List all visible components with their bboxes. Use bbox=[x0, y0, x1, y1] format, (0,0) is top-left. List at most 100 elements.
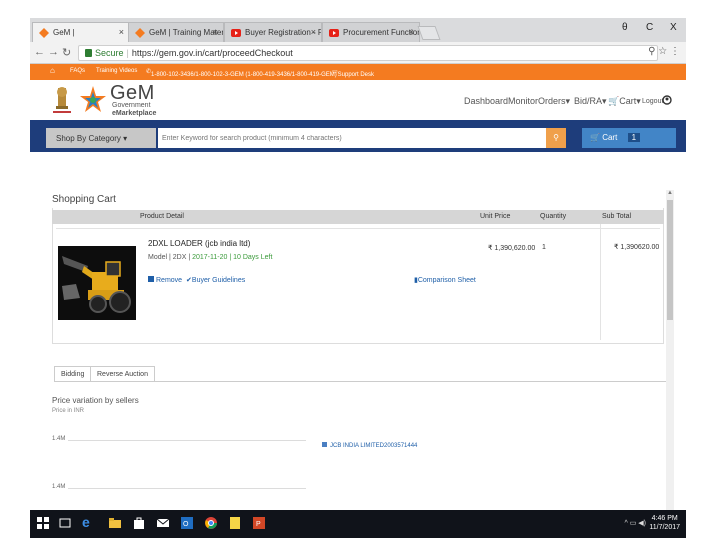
search-button[interactable]: ⚲ bbox=[546, 128, 566, 148]
outlook-icon[interactable]: O bbox=[180, 516, 194, 530]
main-content: ▲ Shopping Cart Product Detail Unit Pric… bbox=[30, 152, 686, 510]
file-explorer-icon[interactable] bbox=[108, 516, 122, 530]
youtube-icon bbox=[231, 29, 241, 37]
chrome-icon[interactable] bbox=[204, 516, 218, 530]
nav-bid-ra[interactable]: Bid/RA▾ bbox=[574, 96, 607, 107]
nav-cart[interactable]: 🛒Cart▾ bbox=[608, 96, 641, 107]
faqs-link[interactable]: FAQs bbox=[70, 68, 85, 74]
powerpoint-icon[interactable]: P bbox=[252, 516, 266, 530]
close-icon[interactable]: × bbox=[213, 27, 218, 37]
backhoe-loader-image bbox=[58, 246, 136, 320]
model-prefix: Model | 2DX | bbox=[148, 254, 193, 261]
store-icon[interactable] bbox=[132, 516, 146, 530]
support-desk-link[interactable]: ▭ Support Desk bbox=[332, 68, 374, 78]
home-icon[interactable]: ⌂ bbox=[50, 66, 55, 75]
nav-orders[interactable]: Orders▾ bbox=[538, 96, 570, 107]
cart-label: Cart bbox=[602, 133, 618, 142]
helpline-number: 1-800-102-3436/1-800-102-3-GEM (1-800-41… bbox=[151, 72, 337, 78]
cart-button[interactable]: 🛒 Cart 1 bbox=[582, 128, 676, 148]
task-view-icon[interactable] bbox=[58, 516, 72, 530]
screen: GeM | × GeM | Training Material × Buyer … bbox=[30, 18, 686, 538]
product-name[interactable]: 2DXL LOADER (jcb india ltd) bbox=[148, 239, 250, 248]
comparison-sheet-link[interactable]: Comparison Sheet bbox=[418, 277, 476, 284]
scroll-up-icon[interactable]: ▲ bbox=[667, 190, 673, 196]
tab-buyer-registration[interactable]: Buyer Registration - F × bbox=[224, 22, 322, 42]
tab-bidding[interactable]: Bidding bbox=[54, 366, 92, 382]
grid-line bbox=[68, 440, 306, 441]
product-model: Model | 2DX | 2017-11-20 | 10 Days Left bbox=[148, 254, 272, 261]
back-arrow-icon[interactable]: ← bbox=[34, 46, 45, 58]
page-scrollbar[interactable]: ▲ bbox=[666, 190, 674, 510]
chart-legend: JCB INDIA LIMITED2003571444 bbox=[322, 442, 417, 449]
support-desk-label: Support Desk bbox=[337, 72, 375, 78]
tab-procurement-function[interactable]: Procurement Function - × bbox=[322, 22, 420, 42]
sticky-notes-icon[interactable] bbox=[228, 516, 242, 530]
mail-icon[interactable] bbox=[156, 516, 170, 530]
top-info-bar: ⌂ FAQs Training Videos ✆ 1-800-102-3436/… bbox=[30, 64, 686, 80]
table-divider bbox=[600, 224, 601, 340]
gem-star-logo-icon bbox=[80, 86, 106, 112]
shopping-cart-title: Shopping Cart bbox=[52, 194, 116, 205]
legend-swatch bbox=[322, 442, 327, 447]
remove-icon bbox=[148, 276, 154, 282]
col-unit-price: Unit Price bbox=[480, 213, 511, 220]
price-variation-title: Price variation by sellers bbox=[52, 396, 139, 405]
secure-label: Secure bbox=[95, 48, 124, 58]
windows-start-icon[interactable] bbox=[36, 516, 50, 530]
nav-logout[interactable]: Logout bbox=[642, 98, 663, 105]
helpline-text: ✆ 1-800-102-3436/1-800-102-3-GEM (1-800-… bbox=[146, 69, 337, 78]
grid-line bbox=[68, 488, 306, 489]
close-icon[interactable]: × bbox=[311, 27, 316, 37]
tab-training-material[interactable]: GeM | Training Material × bbox=[128, 22, 224, 42]
close-window-button[interactable]: X bbox=[670, 22, 677, 33]
tab-label: GeM | bbox=[53, 28, 75, 37]
nav-dashboard[interactable]: Dashboard bbox=[464, 96, 508, 106]
price-variation-subtitle: Price in INR bbox=[52, 408, 85, 414]
new-tab-button[interactable] bbox=[417, 26, 441, 40]
comparison-sheet[interactable]: ▮Comparison Sheet bbox=[414, 276, 476, 284]
scrollbar-thumb[interactable] bbox=[667, 200, 673, 320]
nav-monitor[interactable]: Monitor bbox=[508, 96, 538, 106]
product-search-input[interactable] bbox=[158, 128, 546, 148]
table-divider bbox=[56, 228, 660, 229]
edge-icon[interactable]: e bbox=[82, 514, 96, 530]
remove-link[interactable]: Remove bbox=[156, 277, 182, 284]
windows-taskbar: e O P ^ ▭ ◀) 4:46 PM 11/7/2017 bbox=[30, 510, 686, 538]
tab-divider bbox=[54, 381, 666, 382]
legend-label: JCB INDIA LIMITED2003571444 bbox=[330, 443, 418, 449]
tab-gem[interactable]: GeM | × bbox=[32, 22, 130, 42]
unit-price: ₹ 1,390,620.00 bbox=[488, 245, 536, 252]
clock-date: 11/7/2017 bbox=[649, 524, 680, 531]
col-quantity: Quantity bbox=[540, 213, 567, 220]
quantity-value[interactable]: 1 bbox=[542, 244, 546, 251]
cart-table-header: Product Detail Unit Price Quantity Sub T… bbox=[52, 210, 664, 224]
close-icon[interactable]: × bbox=[409, 27, 414, 37]
search-icon: ⚲ bbox=[553, 133, 559, 142]
url-input[interactable]: Secure | https://gem.gov.in/cart/proceedCh… bbox=[78, 45, 658, 61]
forward-arrow-icon[interactable]: → bbox=[48, 46, 59, 58]
col-product-detail: Product Detail bbox=[140, 213, 184, 220]
cart-count-badge: 1 bbox=[627, 133, 641, 142]
shop-by-category-dropdown[interactable]: Shop By Category ▾ bbox=[46, 128, 156, 148]
tab-reverse-auction[interactable]: Reverse Auction bbox=[90, 366, 155, 382]
search-bar: Shop By Category ▾ ⚲ 🛒 Cart 1 bbox=[30, 120, 686, 152]
system-tray[interactable]: ^ ▭ ◀) bbox=[624, 519, 646, 527]
taskbar-clock[interactable]: 4:46 PM 11/7/2017 bbox=[649, 514, 680, 532]
y-tick-label: 1.4M bbox=[52, 436, 66, 442]
lock-icon bbox=[85, 49, 92, 57]
youtube-icon bbox=[329, 29, 339, 37]
model-validity: 2017-11-20 | 10 Days Left bbox=[192, 254, 273, 261]
close-icon[interactable]: × bbox=[119, 27, 124, 37]
profile-icon[interactable]: θ bbox=[622, 22, 628, 33]
user-icon[interactable] bbox=[662, 95, 672, 106]
gem-favicon-icon bbox=[135, 28, 145, 38]
buyer-guidelines-link[interactable]: Buyer Guidelines bbox=[192, 277, 245, 284]
training-videos-link[interactable]: Training Videos bbox=[96, 68, 137, 74]
bookmark-star-icon[interactable]: ⚲ ☆ ⋮ bbox=[648, 46, 680, 57]
logo-line-government: Government bbox=[112, 102, 151, 109]
restore-window-button[interactable]: C bbox=[646, 22, 653, 33]
national-emblem-icon bbox=[53, 87, 71, 113]
product-image bbox=[58, 246, 136, 320]
reload-icon[interactable]: ↻ bbox=[62, 46, 71, 59]
url-text: https://gem.gov.in/cart/proceedCheckout bbox=[131, 48, 293, 58]
